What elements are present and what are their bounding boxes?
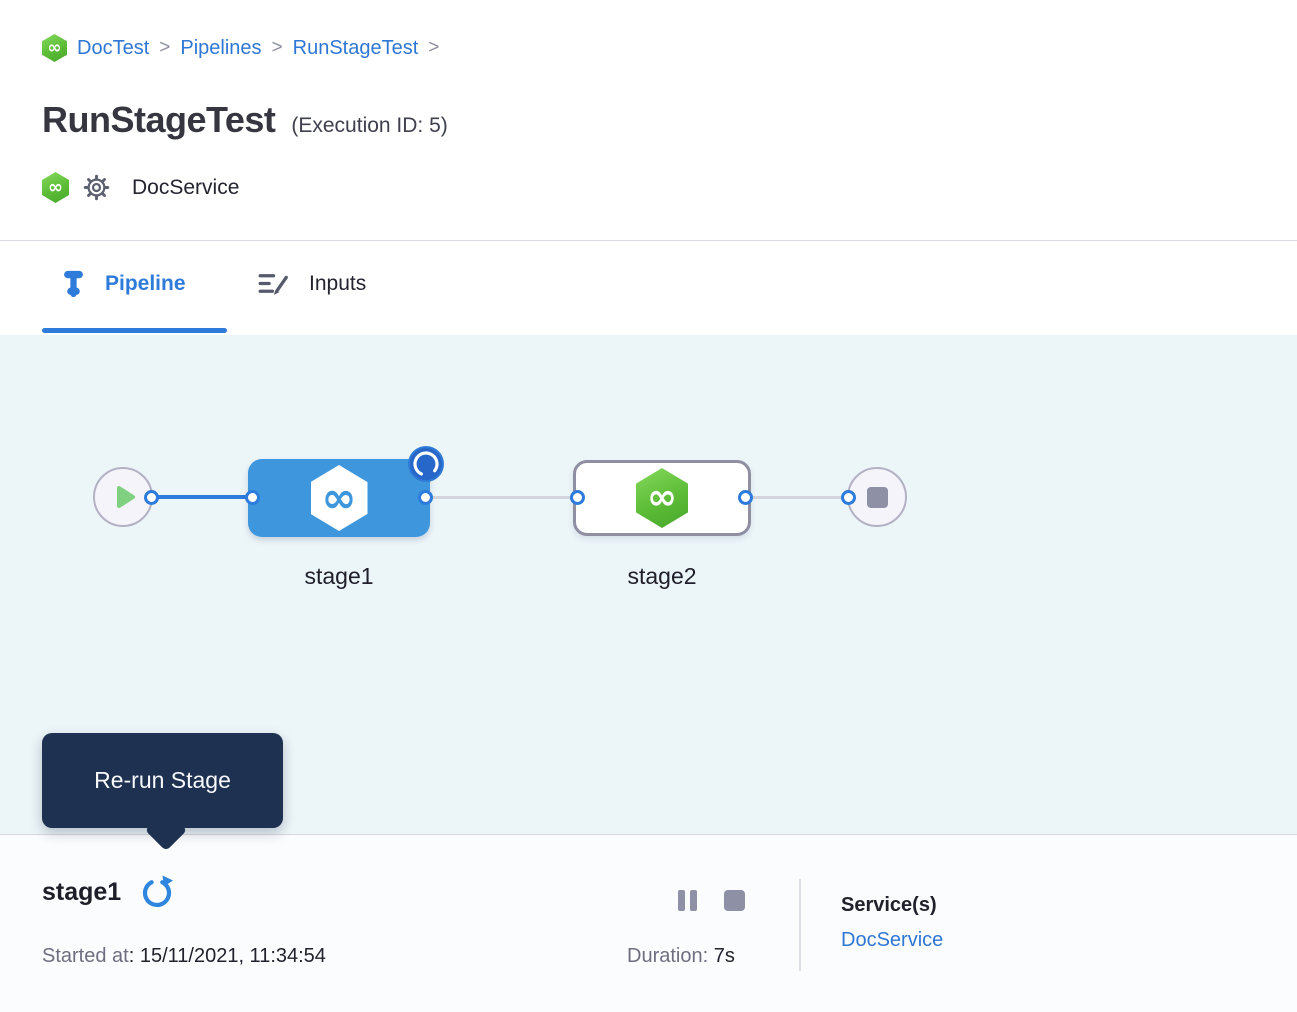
stage-node-stage2[interactable]: ∞ xyxy=(573,460,751,536)
breadcrumb-separator: > xyxy=(159,37,170,59)
breadcrumb-link-project[interactable]: DocTest xyxy=(77,37,149,60)
header: ∞ DocTest > Pipelines > RunStageTest > R… xyxy=(0,0,1297,241)
duration-line: Duration: 7s xyxy=(627,945,735,968)
rerun-stage-tooltip-label: Re-run Stage xyxy=(94,767,231,794)
started-at-label: Started at xyxy=(42,945,129,967)
services-label: Service(s) xyxy=(841,894,937,917)
stop-button[interactable] xyxy=(724,890,745,911)
footer-stage-row: stage1 xyxy=(42,874,175,910)
duration-value: 7s xyxy=(714,945,735,967)
service-row: ∞ DocService xyxy=(42,172,239,203)
execution-controls xyxy=(678,890,745,911)
service-name: DocService xyxy=(132,176,239,200)
breadcrumb-separator: > xyxy=(272,37,283,59)
pause-button[interactable] xyxy=(678,890,697,911)
stage2-label: stage2 xyxy=(573,563,751,590)
execution-id: (Execution ID: 5) xyxy=(291,114,447,138)
infinity-glyph: ∞ xyxy=(47,40,61,57)
connection-point xyxy=(245,490,260,505)
infinity-glyph: ∞ xyxy=(322,477,357,519)
stage-node-stage1[interactable]: ∞ xyxy=(248,459,430,537)
connector-stage2-end xyxy=(746,496,849,499)
tab-pipeline-label: Pipeline xyxy=(105,272,186,296)
started-at-value: : 15/11/2021, 11:34:54 xyxy=(129,945,326,967)
connector-stage1-stage2 xyxy=(426,496,578,499)
page-title: RunStageTest xyxy=(42,99,275,141)
pipeline-end-node xyxy=(847,467,907,527)
connection-point xyxy=(738,490,753,505)
execution-footer: stage1 Started at: 15/11/2021, 11:34:54 … xyxy=(0,834,1297,1012)
tab-inputs[interactable]: Inputs xyxy=(258,270,366,297)
connector-start-stage1 xyxy=(152,495,253,499)
infinity-glyph: ∞ xyxy=(48,179,63,197)
service-link[interactable]: DocService xyxy=(841,929,943,952)
title-row: RunStageTest (Execution ID: 5) xyxy=(42,99,448,141)
rerun-stage-tooltip: Re-run Stage xyxy=(42,733,283,828)
breadcrumb-link-pipeline[interactable]: RunStageTest xyxy=(293,37,419,60)
infinity-glyph: ∞ xyxy=(647,480,677,516)
stop-icon xyxy=(867,487,888,508)
connection-point xyxy=(570,490,585,505)
harness-logo-icon: ∞ xyxy=(42,34,67,62)
running-spinner-badge xyxy=(407,445,445,488)
gear-icon xyxy=(83,174,110,201)
tab-inputs-label: Inputs xyxy=(309,272,366,296)
pipeline-execution-page: ∞ DocTest > Pipelines > RunStageTest > R… xyxy=(0,0,1297,1012)
breadcrumb: ∞ DocTest > Pipelines > RunStageTest > xyxy=(42,33,439,63)
duration-label: Duration: xyxy=(627,945,708,967)
breadcrumb-separator: > xyxy=(428,37,439,59)
harness-service-icon: ∞ xyxy=(42,172,69,203)
stage1-harness-icon: ∞ xyxy=(311,465,368,531)
active-tab-indicator xyxy=(42,328,227,333)
footer-divider xyxy=(799,879,801,971)
play-icon xyxy=(115,485,137,509)
stage2-harness-icon: ∞ xyxy=(636,468,688,528)
connection-point xyxy=(144,490,159,505)
footer-stage-name: stage1 xyxy=(42,878,121,907)
tab-pipeline[interactable]: Pipeline xyxy=(62,270,186,298)
rerun-stage-button[interactable] xyxy=(139,874,175,910)
stage1-label: stage1 xyxy=(248,563,430,590)
breadcrumb-link-pipelines[interactable]: Pipelines xyxy=(180,37,261,60)
inputs-edit-icon xyxy=(258,270,289,297)
started-at-line: Started at: 15/11/2021, 11:34:54 xyxy=(42,945,326,968)
pipeline-icon xyxy=(62,270,85,298)
connection-point xyxy=(418,490,433,505)
tab-bar: Pipeline Inputs xyxy=(0,241,1297,335)
connection-point xyxy=(841,490,856,505)
